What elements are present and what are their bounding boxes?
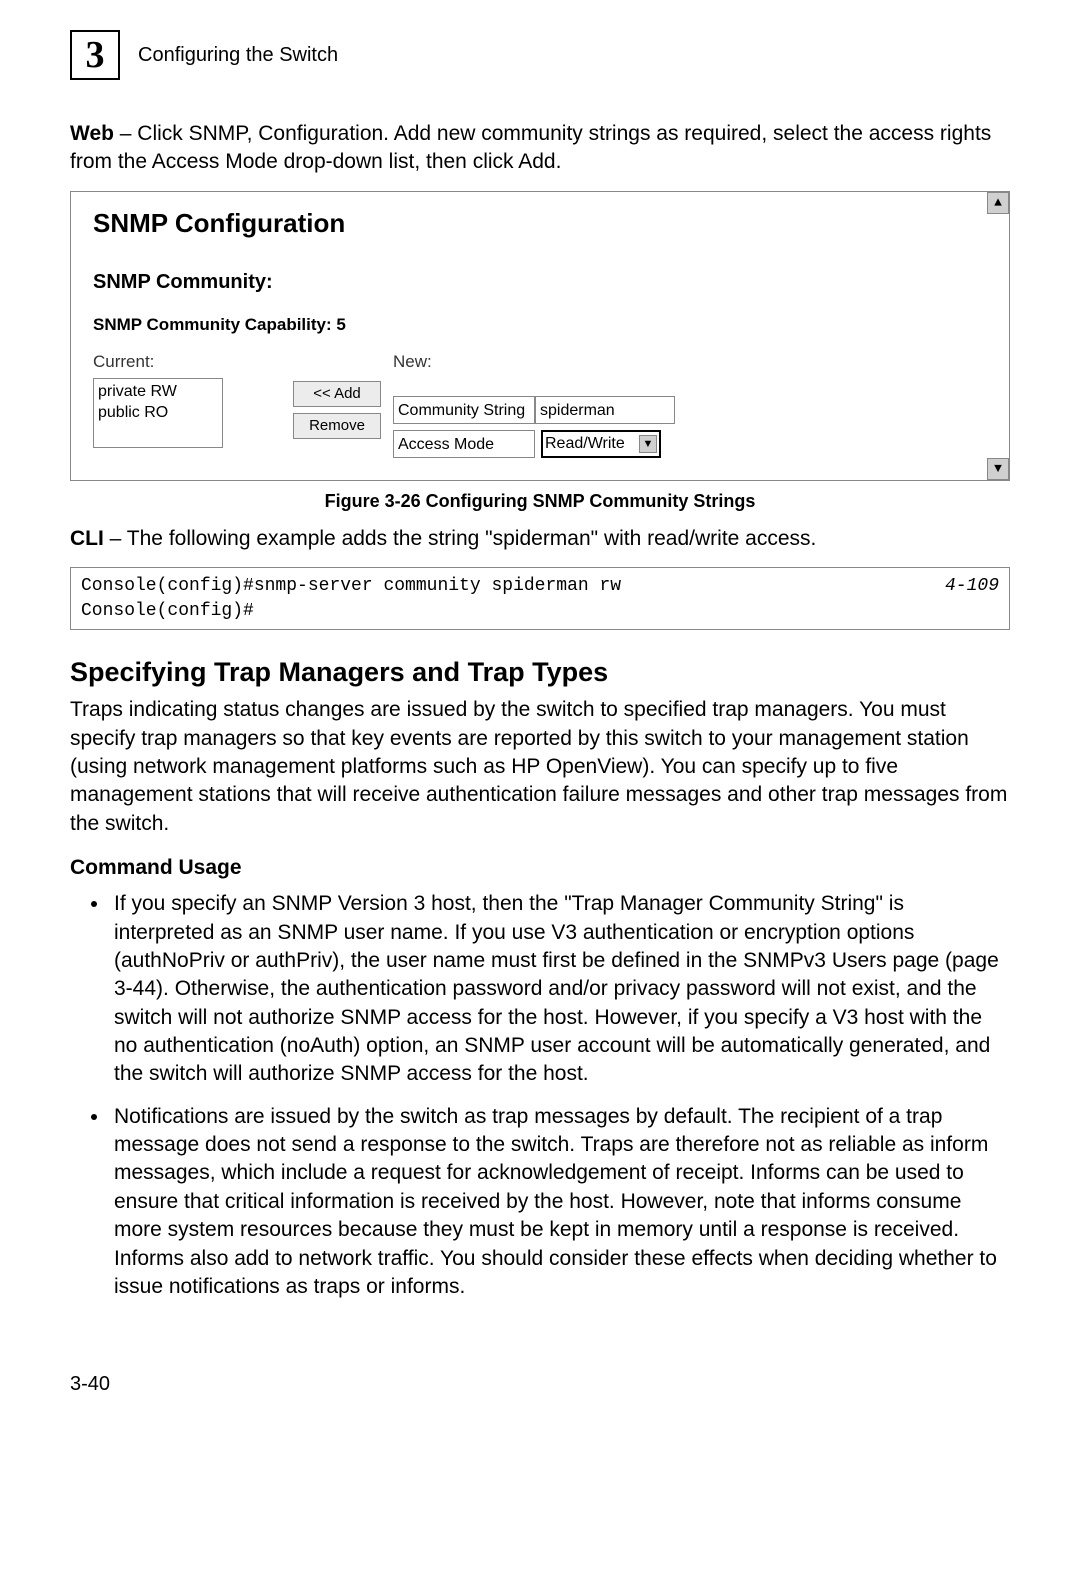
list-item: Notifications are issued by the switch a… [110,1103,1010,1301]
page-number: 3-40 [70,1371,1010,1398]
access-mode-select[interactable]: Read/Write ▼ [541,430,661,458]
section-paragraph: Traps indicating status changes are issu… [70,696,1010,838]
command-usage-heading: Command Usage [70,854,1010,882]
chevron-down-icon: ▼ [639,435,657,453]
current-listbox[interactable]: private RW public RO [93,378,223,448]
snmp-capability-label: SNMP Community Capability: 5 [93,314,987,337]
scroll-down-icon[interactable]: ▼ [987,458,1009,480]
cli-code-block: Console(config)#snmp-server community sp… [70,567,1010,630]
command-usage-list: If you specify an SNMP Version 3 host, t… [70,890,1010,1301]
access-mode-label: Access Mode [393,430,535,458]
section-heading: Specifying Trap Managers and Trap Types [70,654,1010,690]
snmp-config-title: SNMP Configuration [93,206,987,241]
community-string-input[interactable]: spiderman [535,396,675,424]
cli-code: Console(config)#snmp-server community sp… [81,574,621,623]
list-item: If you specify an SNMP Version 3 host, t… [110,890,1010,1088]
access-mode-value: Read/Write [545,433,625,455]
add-button[interactable]: << Add [293,381,381,407]
chapter-number-box: 3 [70,30,120,80]
cli-text: – The following example adds the string … [104,527,817,550]
snmp-community-heading: SNMP Community: [93,269,987,296]
remove-button[interactable]: Remove [293,413,381,439]
web-text: – Click SNMP, Configuration. Add new com… [70,122,991,173]
web-instruction: Web – Click SNMP, Configuration. Add new… [70,120,1010,177]
page-header: 3 Configuring the Switch [70,30,1010,80]
cli-label: CLI [70,527,104,550]
community-string-label: Community String [393,396,535,424]
new-label: New: [393,351,987,374]
figure-caption: Figure 3-26 Configuring SNMP Community S… [70,489,1010,513]
scroll-up-icon[interactable]: ▲ [987,192,1009,214]
current-label: Current: [93,351,293,374]
chapter-title: Configuring the Switch [138,42,338,69]
snmp-config-screenshot: ▲ ▼ SNMP Configuration SNMP Community: S… [70,191,1010,481]
cli-instruction: CLI – The following example adds the str… [70,525,1010,553]
cli-reference: 4-109 [945,574,999,623]
web-label: Web [70,122,114,145]
